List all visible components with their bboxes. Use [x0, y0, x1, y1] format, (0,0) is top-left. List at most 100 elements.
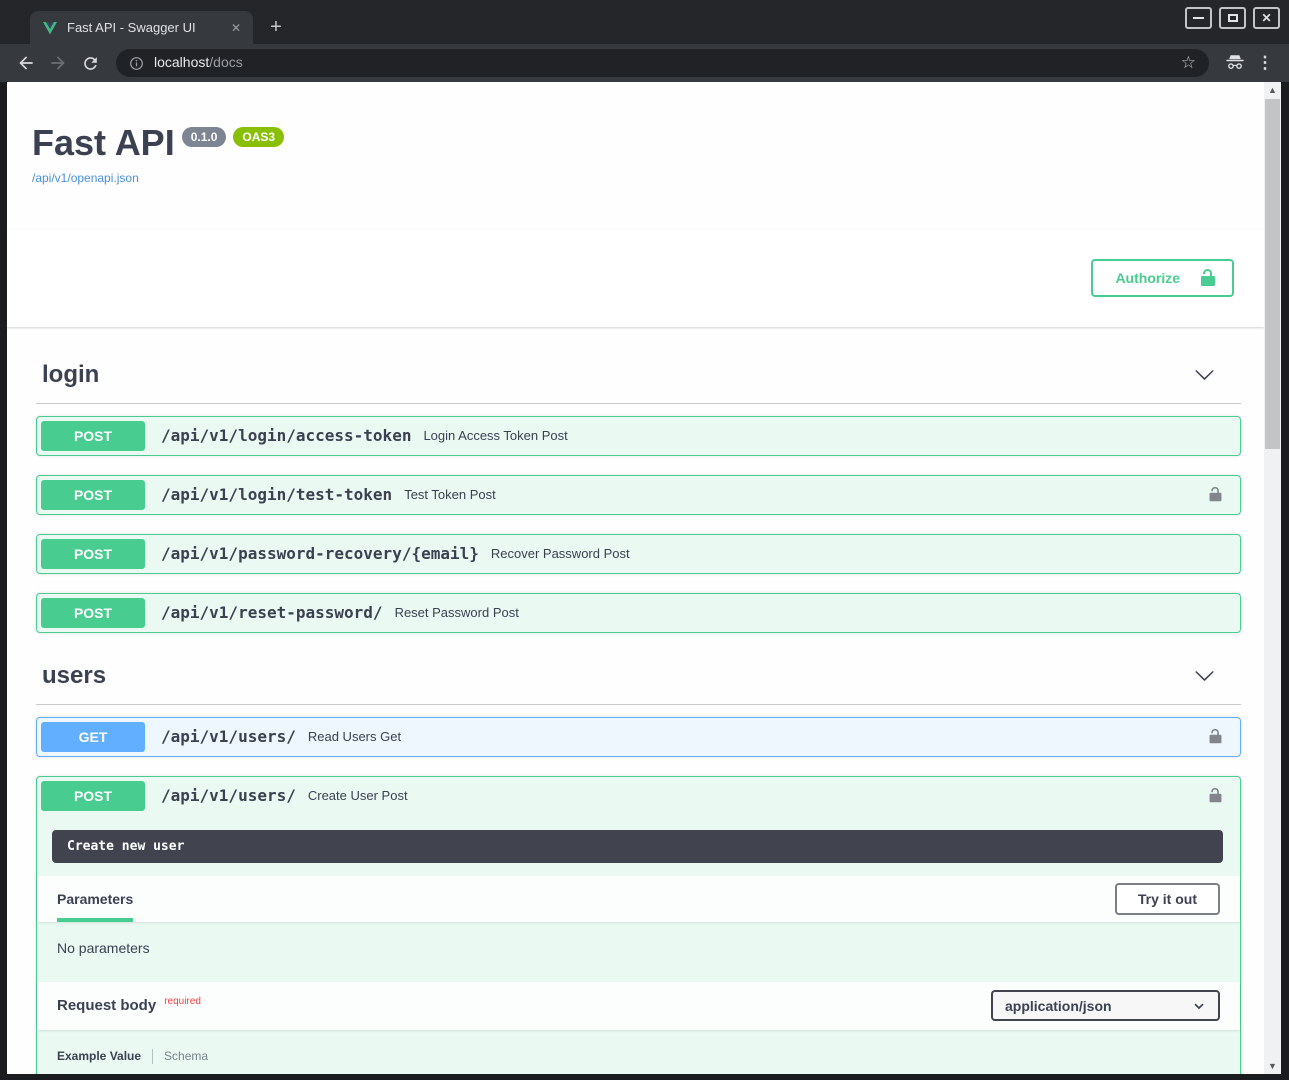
browser-tab[interactable]: Fast API - Swagger UI ✕ — [30, 11, 253, 44]
new-tab-button[interactable]: + — [262, 13, 290, 41]
method-badge: POST — [41, 480, 145, 510]
swagger-ui: Fast API0.1.0OAS3 /api/v1/openapi.json A… — [7, 82, 1264, 1074]
tab-close-icon[interactable]: ✕ — [227, 19, 245, 37]
try-it-out-button[interactable]: Try it out — [1115, 883, 1220, 915]
opblock-read-users: GET /api/v1/users/ Read Users Get — [36, 717, 1241, 757]
incognito-button[interactable] — [1219, 47, 1251, 79]
endpoint-summary: Create User Post — [308, 788, 408, 803]
operation-summary[interactable]: POST /api/v1/reset-password/ Reset Passw… — [37, 594, 1240, 632]
incognito-icon — [1224, 52, 1246, 74]
endpoint-path: /api/v1/login/test-token — [161, 485, 392, 504]
endpoint-path: /api/v1/reset-password/ — [161, 603, 383, 622]
endpoint-path: /api/v1/users/ — [161, 786, 296, 805]
tab-title: Fast API - Swagger UI — [67, 20, 218, 35]
address-bar[interactable]: localhost/docs ☆ — [116, 49, 1209, 77]
opblock-body: Create new user Parameters Try it out No… — [37, 815, 1240, 1074]
parameters-header: Parameters Try it out — [37, 876, 1240, 922]
method-badge: POST — [41, 781, 145, 811]
tab-parameters[interactable]: Parameters — [57, 876, 133, 922]
tag-header-users[interactable]: users — [36, 652, 1241, 705]
scrollbar-down-arrow[interactable]: ▼ — [1264, 1058, 1281, 1074]
url-text: localhost/docs — [154, 54, 243, 72]
opblock-login-access-token: POST /api/v1/login/access-token Login Ac… — [36, 416, 1241, 456]
operation-summary[interactable]: POST /api/v1/password-recovery/{email} R… — [37, 535, 1240, 573]
request-body-title: Request bodyrequired — [57, 997, 201, 1014]
endpoint-summary: Test Token Post — [404, 487, 496, 502]
endpoint-path: /api/v1/password-recovery/{email} — [161, 544, 479, 563]
tag-title: login — [42, 361, 99, 389]
chevron-down-icon[interactable] — [1194, 665, 1215, 686]
endpoint-summary: Read Users Get — [308, 729, 401, 744]
browser-toolbar: localhost/docs ☆ ⋮ — [0, 44, 1289, 82]
api-info: Fast API0.1.0OAS3 /api/v1/openapi.json — [7, 82, 1264, 187]
version-badge: 0.1.0 — [182, 127, 227, 147]
scheme-container: Authorize — [7, 229, 1264, 327]
close-icon: ✕ — [1261, 12, 1271, 24]
oas-badge: OAS3 — [233, 127, 284, 147]
browser-titlebar: Fast API - Swagger UI ✕ + ✕ — [0, 0, 1289, 44]
back-button[interactable] — [10, 47, 42, 79]
no-parameters-text: No parameters — [37, 922, 1240, 982]
tab-divider — [152, 1049, 153, 1064]
tag-title: users — [42, 662, 106, 690]
operation-summary[interactable]: POST /api/v1/users/ Create User Post — [37, 777, 1240, 815]
auth-lock-button[interactable] — [1205, 726, 1226, 747]
page-title: Fast API0.1.0OAS3 — [32, 124, 1240, 162]
unlock-icon — [1198, 268, 1218, 288]
parameters-title: Parameters — [57, 891, 133, 907]
site-favicon-icon — [42, 20, 58, 36]
operation-description: Create new user — [37, 815, 1240, 876]
method-badge: POST — [41, 421, 145, 451]
chevron-down-icon[interactable] — [1194, 364, 1215, 385]
operations-wrapper: login POST /api/v1/login/access-token Lo… — [7, 327, 1264, 1074]
window-close-button[interactable]: ✕ — [1253, 7, 1280, 29]
maximize-icon — [1228, 14, 1238, 22]
endpoint-summary: Recover Password Post — [491, 546, 630, 561]
site-info-icon[interactable] — [128, 55, 145, 72]
bookmark-star-icon[interactable]: ☆ — [1176, 53, 1201, 73]
method-badge: GET — [41, 722, 145, 752]
url-path: /docs — [209, 54, 242, 70]
endpoint-summary: Reset Password Post — [395, 605, 519, 620]
window-maximize-button[interactable] — [1219, 7, 1246, 29]
tag-section-login: login POST /api/v1/login/access-token Lo… — [36, 351, 1241, 633]
model-tabs: Example Value Schema — [57, 1049, 1220, 1064]
operation-summary[interactable]: POST /api/v1/login/test-token Test Token… — [37, 476, 1240, 514]
method-badge: POST — [41, 598, 145, 628]
reload-button[interactable] — [74, 47, 106, 79]
endpoint-path: /api/v1/login/access-token — [161, 426, 411, 445]
forward-icon — [48, 53, 68, 73]
openapi-spec-link[interactable]: /api/v1/openapi.json — [32, 171, 139, 185]
media-type-value: application/json — [1005, 998, 1112, 1014]
padlock-open-icon — [1207, 728, 1224, 745]
forward-button[interactable] — [42, 47, 74, 79]
scrollbar-thumb[interactable] — [1265, 99, 1280, 449]
tag-section-users: users GET /api/v1/users/ Read Users Get — [36, 652, 1241, 1074]
padlock-open-icon — [1207, 787, 1224, 804]
authorize-button[interactable]: Authorize — [1091, 259, 1234, 297]
page-scrollbar[interactable]: ▲ ▼ — [1264, 82, 1281, 1074]
opblock-list: POST /api/v1/login/access-token Login Ac… — [36, 404, 1241, 633]
auth-lock-button[interactable] — [1205, 484, 1226, 505]
tab-example-value[interactable]: Example Value — [57, 1049, 141, 1063]
window-minimize-button[interactable] — [1185, 7, 1212, 29]
media-type-select[interactable]: application/json — [991, 990, 1220, 1021]
scrollbar-up-arrow[interactable]: ▲ — [1264, 82, 1281, 98]
select-chevron-down-icon — [1192, 999, 1206, 1013]
operation-summary[interactable]: GET /api/v1/users/ Read Users Get — [37, 718, 1240, 756]
page-viewport: Fast API0.1.0OAS3 /api/v1/openapi.json A… — [7, 82, 1281, 1074]
tag-header-login[interactable]: login — [36, 351, 1241, 404]
operation-summary[interactable]: POST /api/v1/login/access-token Login Ac… — [37, 417, 1240, 455]
browser-menu-button[interactable]: ⋮ — [1251, 53, 1279, 73]
padlock-open-icon — [1207, 486, 1224, 503]
window-controls: ✕ — [1185, 7, 1280, 29]
request-body-header: Request bodyrequired application/json — [37, 982, 1240, 1030]
tab-schema[interactable]: Schema — [164, 1049, 208, 1063]
endpoint-summary: Login Access Token Post — [423, 428, 567, 443]
browser-window: Fast API - Swagger UI ✕ + ✕ — [0, 0, 1289, 1080]
url-host: localhost — [154, 54, 209, 70]
method-badge: POST — [41, 539, 145, 569]
opblock-password-recovery: POST /api/v1/password-recovery/{email} R… — [36, 534, 1241, 574]
description-code-block: Create new user — [52, 830, 1223, 863]
auth-lock-button[interactable] — [1205, 785, 1226, 806]
